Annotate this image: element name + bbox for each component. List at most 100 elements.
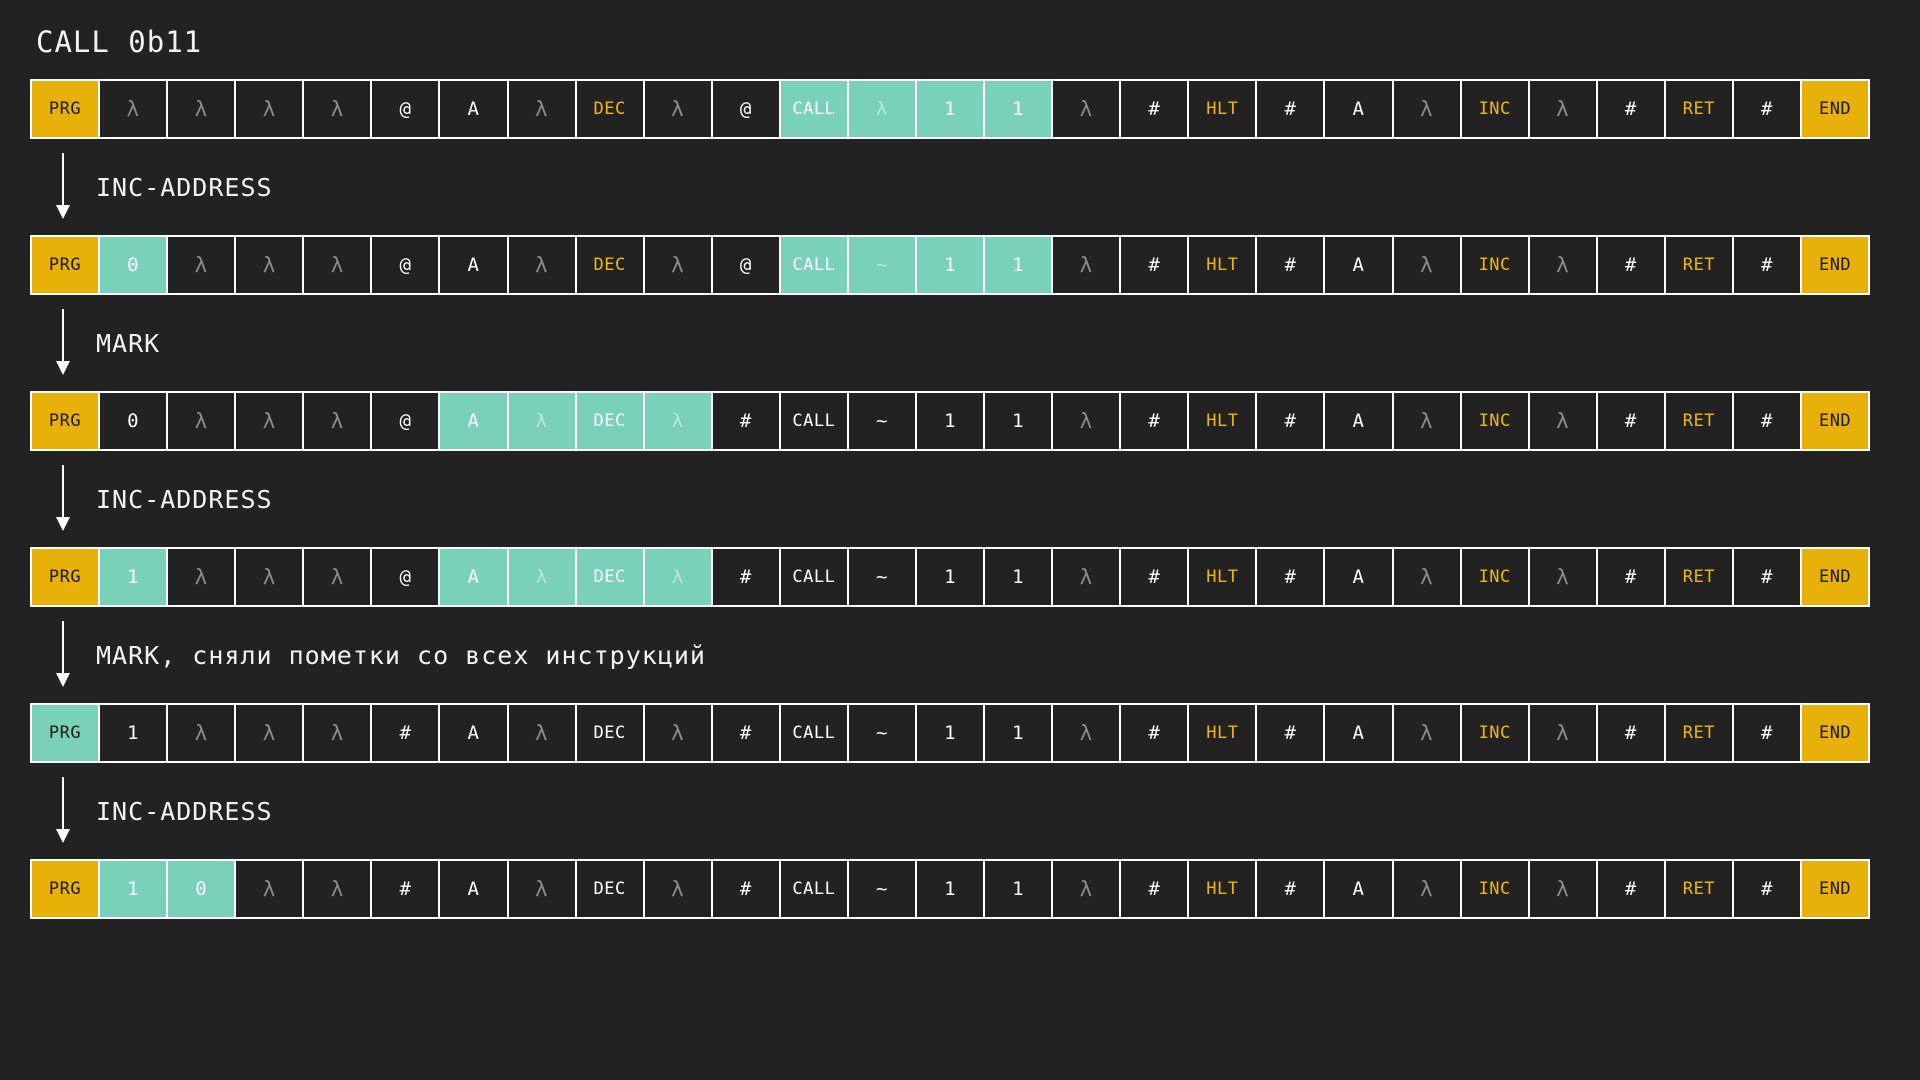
tape-cell[interactable]: λ — [304, 705, 371, 761]
tape-cell[interactable]: @ — [372, 237, 439, 293]
tape-cell[interactable]: END — [1802, 81, 1869, 137]
tape-cell[interactable]: 1 — [100, 861, 167, 917]
tape-cell[interactable]: # — [1121, 393, 1188, 449]
tape-cell[interactable]: @ — [372, 393, 439, 449]
tape-cell[interactable]: CALL — [780, 237, 847, 293]
tape-cell[interactable]: 0 — [100, 393, 167, 449]
tape-cell[interactable]: # — [712, 861, 779, 917]
tape-cell[interactable]: END — [1802, 393, 1869, 449]
tape-cell[interactable]: RET — [1665, 861, 1732, 917]
tape-cell[interactable]: # — [1257, 81, 1324, 137]
tape-cell[interactable]: 1 — [985, 549, 1052, 605]
tape-cell[interactable]: # — [1733, 705, 1801, 761]
tape-cell[interactable]: λ — [1053, 861, 1120, 917]
tape-cell[interactable]: A — [440, 237, 507, 293]
tape-cell[interactable]: END — [1802, 549, 1869, 605]
tape-cell[interactable]: INC — [1461, 861, 1528, 917]
tape-cell[interactable]: 1 — [985, 81, 1052, 137]
tape-cell[interactable]: # — [372, 705, 439, 761]
tape-cell[interactable]: λ — [304, 237, 371, 293]
tape-cell[interactable]: A — [440, 393, 507, 449]
tape-cell[interactable]: DEC — [576, 81, 643, 137]
tape-cell[interactable]: # — [1257, 705, 1324, 761]
tape-cell[interactable]: λ — [644, 549, 711, 605]
tape-cell[interactable]: CALL — [780, 81, 847, 137]
tape-cell[interactable]: INC — [1461, 705, 1528, 761]
tape-cell[interactable]: λ — [236, 393, 303, 449]
tape-cell[interactable]: λ — [236, 705, 303, 761]
tape-cell[interactable]: ~ — [848, 549, 916, 605]
tape-cell[interactable]: λ — [1053, 237, 1120, 293]
tape-cell[interactable]: END — [1802, 705, 1869, 761]
tape-cell[interactable]: λ — [236, 81, 303, 137]
tape-cell[interactable]: END — [1802, 861, 1869, 917]
tape-cell[interactable]: λ — [304, 81, 371, 137]
tape-cell[interactable]: RET — [1665, 393, 1732, 449]
tape-cell[interactable]: λ — [1529, 705, 1596, 761]
tape-cell[interactable]: 1 — [985, 237, 1052, 293]
tape-cell[interactable]: λ — [304, 549, 371, 605]
tape-cell[interactable]: λ — [1529, 393, 1596, 449]
tape-cell[interactable]: @ — [712, 81, 779, 137]
tape-cell[interactable]: λ — [1393, 81, 1460, 137]
tape-cell[interactable]: # — [1597, 237, 1664, 293]
tape-cell[interactable]: # — [1597, 81, 1664, 137]
tape-cell[interactable]: # — [1121, 81, 1188, 137]
tape-cell[interactable]: λ — [644, 393, 711, 449]
tape-cell[interactable]: λ — [644, 237, 711, 293]
tape-cell[interactable]: A — [1325, 861, 1392, 917]
tape-cell[interactable]: INC — [1461, 549, 1528, 605]
tape-cell[interactable]: λ — [508, 81, 575, 137]
tape-cell[interactable]: A — [440, 705, 507, 761]
tape-cell[interactable]: PRG — [32, 393, 99, 449]
tape-cell[interactable]: # — [1597, 549, 1664, 605]
tape-cell[interactable]: λ — [1393, 861, 1460, 917]
tape-cell[interactable]: # — [1733, 393, 1801, 449]
tape-cell[interactable]: λ — [236, 549, 303, 605]
tape-cell[interactable]: INC — [1461, 81, 1528, 137]
tape-cell[interactable]: 1 — [100, 705, 167, 761]
tape-cell[interactable]: # — [1733, 237, 1801, 293]
tape-cell[interactable]: HLT — [1189, 393, 1256, 449]
tape-cell[interactable]: RET — [1665, 549, 1732, 605]
tape-cell[interactable]: 1 — [917, 237, 984, 293]
tape-cell[interactable]: INC — [1461, 237, 1528, 293]
tape-cell[interactable]: λ — [168, 705, 235, 761]
tape-cell[interactable]: PRG — [32, 81, 99, 137]
tape-cell[interactable]: HLT — [1189, 705, 1256, 761]
tape-cell[interactable]: # — [1121, 549, 1188, 605]
tape-cell[interactable]: A — [1325, 237, 1392, 293]
tape-cell[interactable]: λ — [236, 237, 303, 293]
tape-cell[interactable]: PRG — [32, 705, 99, 761]
tape-cell[interactable]: 1 — [985, 705, 1052, 761]
tape-cell[interactable]: λ — [304, 393, 371, 449]
tape-cell[interactable]: λ — [168, 81, 235, 137]
tape-cell[interactable]: @ — [712, 237, 779, 293]
tape-cell[interactable]: λ — [644, 861, 711, 917]
tape-cell[interactable]: A — [440, 81, 507, 137]
tape-cell[interactable]: A — [1325, 705, 1392, 761]
tape-cell[interactable]: λ — [168, 549, 235, 605]
tape-cell[interactable]: λ — [1393, 549, 1460, 605]
tape-cell[interactable]: λ — [168, 237, 235, 293]
tape-cell[interactable]: λ — [1053, 393, 1120, 449]
tape-cell[interactable]: # — [1597, 705, 1664, 761]
tape-cell[interactable]: λ — [644, 81, 711, 137]
tape-cell[interactable]: λ — [1393, 237, 1460, 293]
tape-cell[interactable]: λ — [1529, 237, 1596, 293]
tape-cell[interactable]: PRG — [32, 861, 99, 917]
tape-cell[interactable]: λ — [508, 237, 575, 293]
tape-cell[interactable]: λ — [236, 861, 303, 917]
tape-cell[interactable]: ~ — [848, 237, 916, 293]
tape-cell[interactable]: CALL — [780, 861, 847, 917]
tape-cell[interactable]: # — [372, 861, 439, 917]
tape-cell[interactable]: # — [1597, 861, 1664, 917]
tape-cell[interactable]: A — [1325, 549, 1392, 605]
tape-cell[interactable]: 1 — [917, 861, 984, 917]
tape-cell[interactable]: RET — [1665, 237, 1732, 293]
tape-cell[interactable]: # — [712, 393, 779, 449]
tape-cell[interactable]: 1 — [917, 81, 984, 137]
tape-cell[interactable]: CALL — [780, 705, 847, 761]
tape-cell[interactable]: λ — [1053, 549, 1120, 605]
tape-cell[interactable]: # — [1257, 393, 1324, 449]
